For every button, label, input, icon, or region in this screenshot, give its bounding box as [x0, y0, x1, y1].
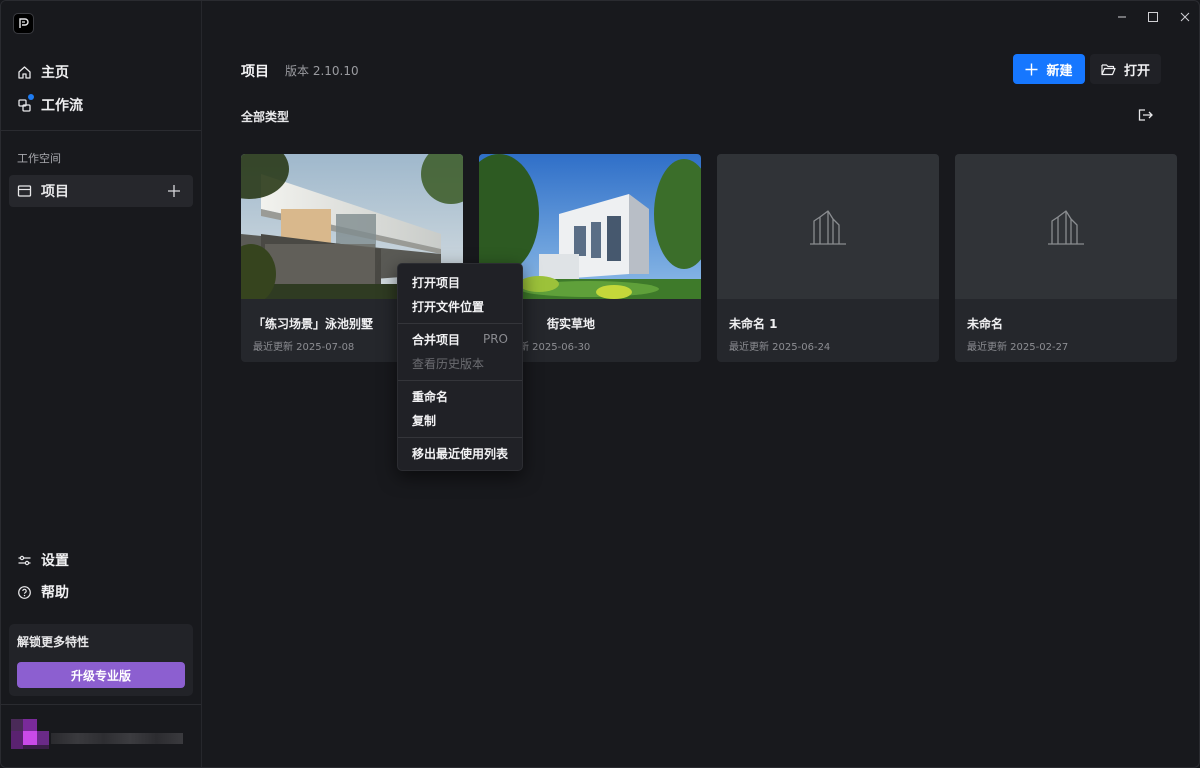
menu-item-remove-from-recent[interactable]: 移出最近使用列表	[398, 442, 522, 464]
project-title: 街实草地	[547, 317, 596, 331]
maximize-icon	[1148, 12, 1158, 22]
menu-separator	[398, 380, 522, 381]
project-date: 最近更新 2025-02-27	[967, 342, 1069, 353]
project-card[interactable]: 未命名 最近更新 2025-02-27	[955, 154, 1177, 362]
sidebar-divider	[1, 704, 201, 705]
project-title: 未命名 1	[729, 317, 778, 331]
type-filter-dropdown[interactable]: 全部类型	[241, 108, 289, 125]
username-obscured	[51, 733, 183, 744]
close-icon	[1180, 12, 1190, 22]
new-button-label: 新建	[1046, 62, 1073, 78]
sidebar-item-home[interactable]: 主页	[9, 57, 193, 87]
menu-item-open-file-location[interactable]: 打开文件位置	[398, 295, 522, 317]
context-menu: 打开项目 打开文件位置 合并项目 PRO 查看历史版本 重命名 复制 移出最近使…	[397, 263, 523, 471]
sidebar-item-label: 设置	[41, 553, 69, 569]
menu-separator	[398, 323, 522, 324]
plus-icon	[168, 185, 180, 197]
project-card[interactable]: 未命名 1 最近更新 2025-06-24	[717, 154, 939, 362]
sidebar-item-settings[interactable]: 设置	[9, 545, 193, 575]
minimize-icon	[1118, 16, 1126, 18]
menu-item-rename[interactable]: 重命名	[398, 385, 522, 407]
sidebar-item-label: 主页	[41, 65, 69, 81]
sidebar: 主页 工作流 工作空间 项目 设置 帮助 解锁更多特性 升级专业版	[1, 1, 202, 767]
pro-badge: PRO	[482, 332, 508, 346]
project-placeholder	[955, 154, 1177, 299]
sidebar-item-label: 项目	[41, 184, 69, 200]
menu-separator	[398, 437, 522, 438]
project-icon	[17, 185, 32, 197]
menu-item-merge-project[interactable]: 合并项目 PRO	[398, 328, 522, 350]
plus-icon	[1025, 63, 1038, 75]
app-window: 主页 工作流 工作空间 项目 设置 帮助 解锁更多特性 升级专业版 项目 版本 …	[0, 0, 1200, 768]
home-icon	[18, 65, 31, 79]
version-label: 版本 2.10.10	[285, 64, 359, 78]
menu-item-view-history: 查看历史版本	[412, 356, 485, 371]
workspace-section-label: 工作空间	[17, 152, 61, 165]
sidebar-item-help[interactable]: 帮助	[9, 577, 193, 607]
sidebar-divider	[1, 130, 201, 131]
notification-dot	[28, 94, 34, 100]
avatar	[11, 719, 23, 731]
maximize-button[interactable]	[1142, 7, 1164, 27]
open-button-label: 打开	[1123, 62, 1150, 78]
project-title: 「练习场景」泳池别墅	[253, 317, 374, 331]
app-logo-icon[interactable]	[13, 13, 34, 34]
building-icon	[810, 209, 846, 245]
sidebar-item-projects[interactable]: 项目	[9, 175, 193, 207]
new-project-button[interactable]: 新建	[1013, 54, 1085, 84]
sidebar-item-workflow[interactable]: 工作流	[9, 90, 193, 120]
menu-item-duplicate[interactable]: 复制	[398, 409, 522, 431]
settings-sliders-icon	[18, 555, 31, 565]
export-icon	[1138, 109, 1153, 121]
upgrade-pro-button[interactable]: 升级专业版	[17, 662, 185, 688]
project-date: 最近更新 2025-06-24	[729, 342, 831, 353]
menu-item-open-project[interactable]: 打开项目	[398, 271, 522, 293]
project-date: 最近更新 2025-07-08	[253, 342, 355, 353]
minimize-button[interactable]	[1111, 7, 1133, 27]
add-project-button[interactable]	[165, 182, 183, 200]
upgrade-panel: 解锁更多特性 升级专业版	[9, 624, 193, 696]
open-project-button[interactable]: 打开	[1090, 54, 1161, 84]
help-icon	[18, 585, 31, 599]
sidebar-item-label: 帮助	[41, 585, 69, 601]
project-date: 新 2025-06-30	[519, 342, 591, 353]
upgrade-title: 解锁更多特性	[17, 635, 90, 649]
project-placeholder	[717, 154, 939, 299]
sidebar-item-label: 工作流	[41, 98, 83, 114]
export-button[interactable]	[1137, 107, 1155, 123]
page-title: 项目	[241, 64, 269, 80]
close-window-button[interactable]	[1174, 7, 1196, 27]
menu-item-label: 合并项目	[412, 332, 461, 347]
project-title: 未命名	[967, 317, 1004, 331]
user-account[interactable]	[11, 719, 183, 749]
building-icon	[1048, 209, 1084, 245]
folder-open-icon	[1101, 63, 1116, 75]
